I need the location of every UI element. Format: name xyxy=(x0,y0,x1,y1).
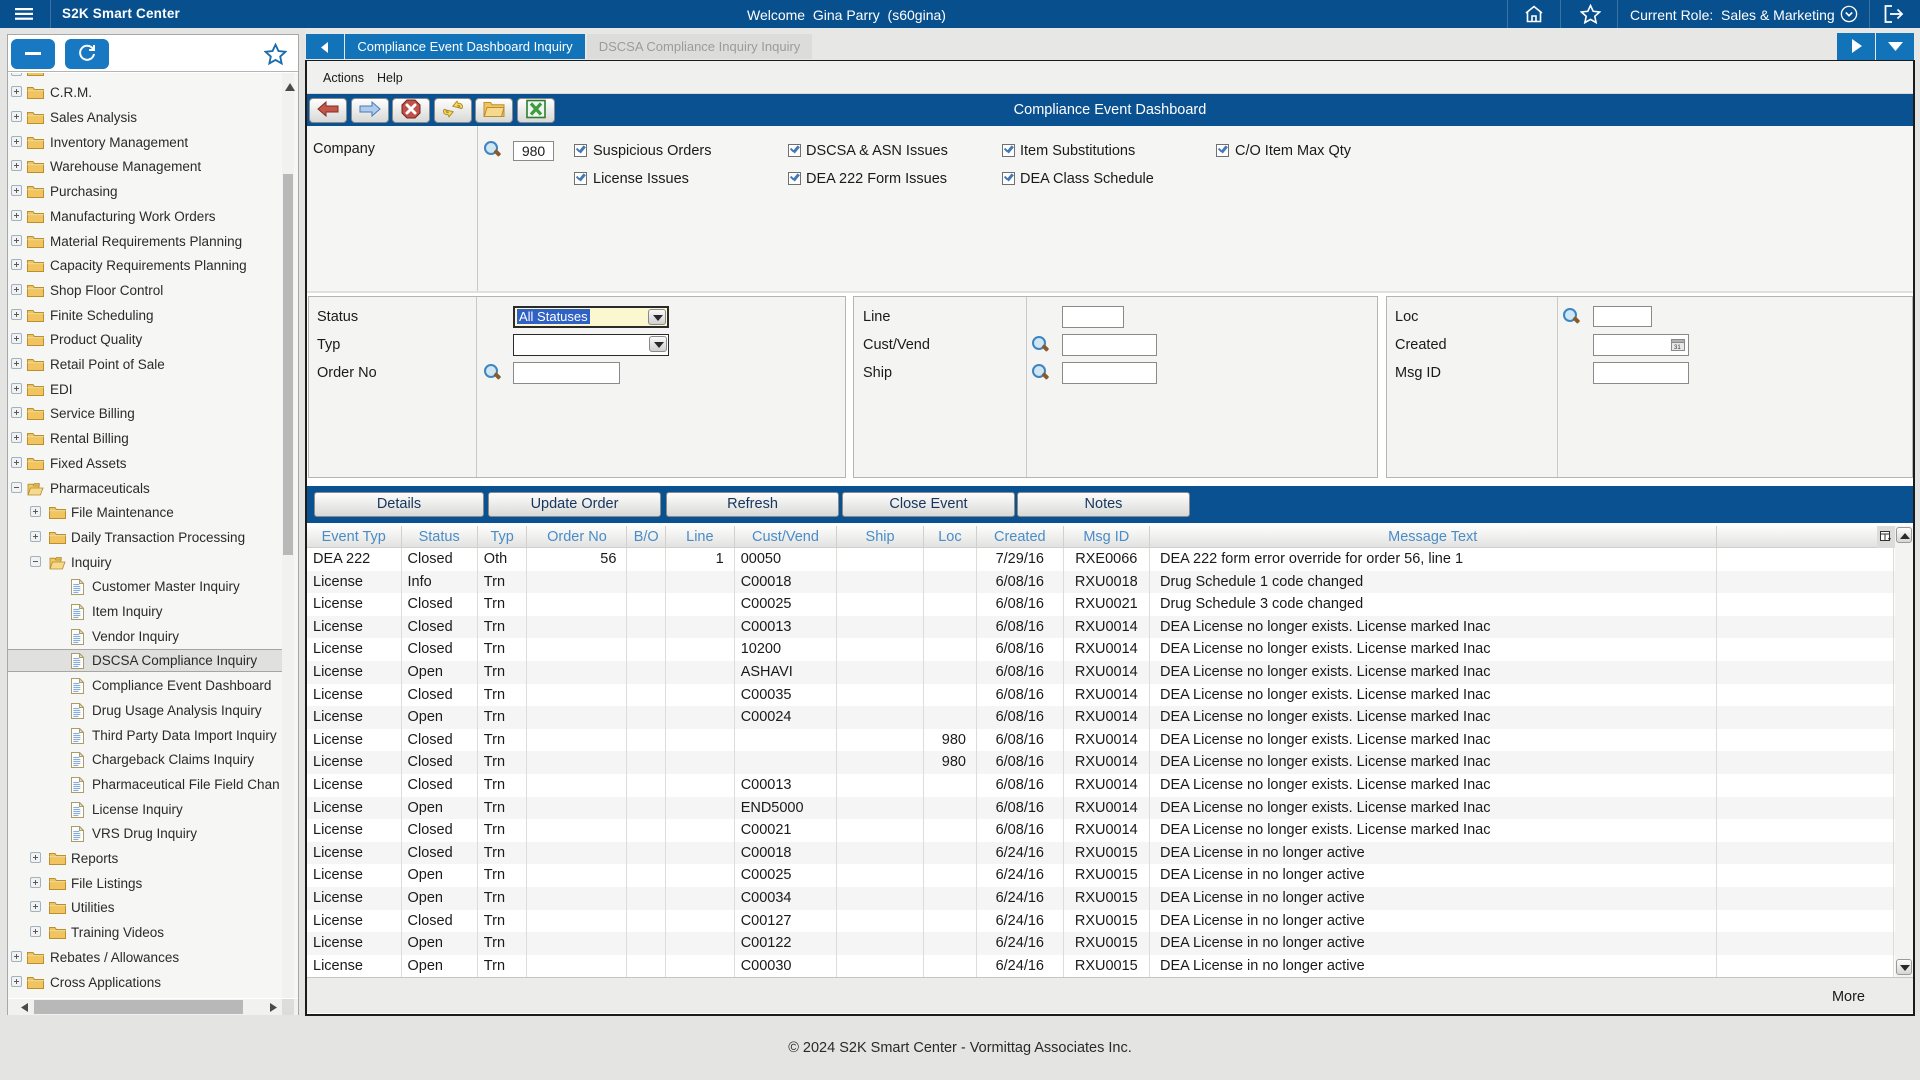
svg-text:31: 31 xyxy=(1674,345,1681,351)
